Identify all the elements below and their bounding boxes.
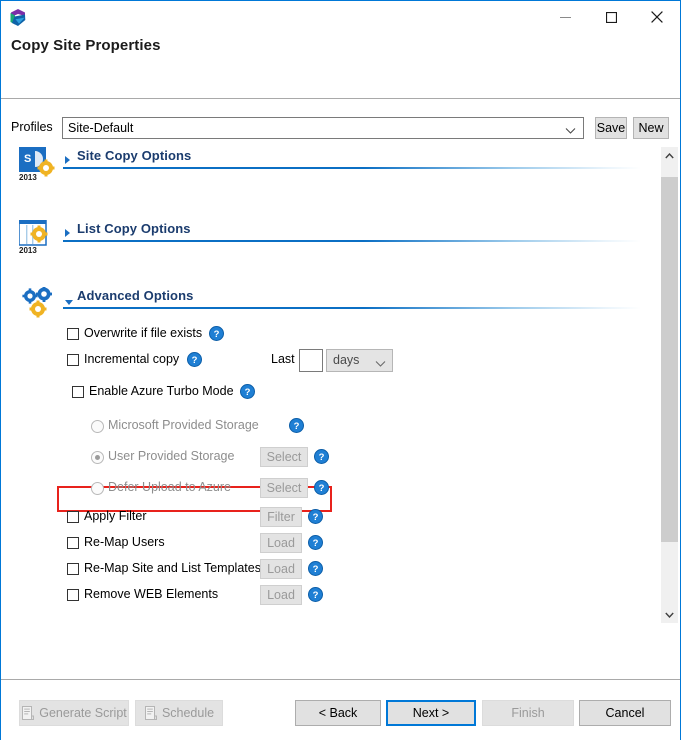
svg-text:?: ?	[319, 452, 325, 463]
incremental-copy-label: Incremental copy	[84, 352, 180, 366]
defer-upload-to-azure-radio[interactable]	[91, 482, 104, 495]
chevron-down-icon	[375, 357, 386, 371]
script-icon	[21, 706, 35, 720]
re-map-templates-checkbox[interactable]	[67, 563, 79, 575]
generate-script-button[interactable]: Generate Script	[19, 700, 129, 726]
save-profile-button[interactable]: Save	[595, 117, 627, 139]
footer-bar: Generate Script Schedule < Back Next > F…	[1, 680, 680, 740]
help-icon[interactable]: ?	[314, 449, 329, 464]
icon-year-label: 2013	[19, 173, 37, 182]
section-list-copy-title: List Copy Options	[77, 221, 191, 236]
dialog-title: Copy Site Properties	[11, 37, 161, 54]
profile-select-value: Site-Default	[68, 121, 134, 135]
script-icon	[144, 706, 157, 720]
incremental-copy-checkbox[interactable]	[67, 354, 79, 366]
defer-upload-to-azure-label: Defer Upload to Azure	[108, 480, 231, 494]
apply-filter-label: Apply Filter	[84, 509, 147, 523]
section-underline	[63, 307, 641, 309]
remove-web-elements-load-button[interactable]: Load	[260, 585, 302, 605]
overwrite-checkbox[interactable]	[67, 328, 79, 340]
section-underline	[63, 240, 641, 242]
dialog-window: Copy Site Properties Profiles Site-Defau…	[0, 0, 681, 740]
apply-filter-button[interactable]: Filter	[260, 507, 302, 527]
svg-text:?: ?	[214, 329, 220, 340]
help-icon[interactable]: ?	[314, 480, 329, 495]
help-icon[interactable]: ?	[308, 587, 323, 602]
svg-text:?: ?	[313, 564, 319, 575]
profiles-row: Profiles Site-Default Save New	[1, 117, 680, 139]
help-icon[interactable]: ?	[240, 384, 255, 399]
microsoft-provided-storage-radio[interactable]	[91, 420, 104, 433]
title-bar	[1, 1, 680, 35]
remove-web-elements-checkbox[interactable]	[67, 589, 79, 601]
schedule-label: Schedule	[161, 706, 215, 720]
gears-icon	[19, 286, 63, 323]
re-map-users-checkbox[interactable]	[67, 537, 79, 549]
svg-text:?: ?	[313, 590, 319, 601]
svg-text:?: ?	[245, 387, 251, 398]
sharepoint-site-gear-icon: S 2013	[19, 147, 63, 183]
incremental-unit-select[interactable]: days	[326, 349, 393, 372]
help-icon[interactable]: ?	[289, 418, 304, 433]
svg-text:?: ?	[313, 538, 319, 549]
re-map-templates-label: Re-Map Site and List Templates	[84, 561, 261, 575]
icon-year-label: 2013	[19, 246, 37, 255]
caret-right-icon[interactable]	[64, 154, 72, 168]
profile-select[interactable]: Site-Default	[62, 117, 584, 139]
scrollbar-thumb[interactable]	[661, 177, 678, 542]
back-button[interactable]: < Back	[295, 700, 381, 726]
generate-script-label: Generate Script	[39, 706, 127, 720]
defer-upload-select-button[interactable]: Select	[260, 478, 308, 498]
svg-text:?: ?	[319, 483, 325, 494]
section-underline	[63, 167, 641, 169]
close-button[interactable]	[634, 1, 680, 33]
incremental-days-input[interactable]	[299, 349, 323, 372]
user-provided-storage-radio[interactable]	[91, 451, 104, 464]
apply-filter-checkbox[interactable]	[67, 511, 79, 523]
azure-turbo-label: Enable Azure Turbo Mode	[89, 384, 234, 398]
azure-turbo-checkbox[interactable]	[72, 386, 84, 398]
vertical-scrollbar[interactable]	[660, 147, 678, 623]
user-provided-storage-select-button[interactable]: Select	[260, 447, 308, 467]
microsoft-provided-storage-label: Microsoft Provided Storage	[108, 418, 259, 432]
user-provided-storage-label: User Provided Storage	[108, 449, 235, 463]
maximize-button[interactable]	[588, 1, 634, 33]
sharepoint-list-gear-icon: 2013	[18, 219, 63, 256]
header-divider	[1, 98, 680, 99]
re-map-users-load-button[interactable]: Load	[260, 533, 302, 553]
incremental-unit-value: days	[333, 353, 360, 367]
new-profile-button[interactable]: New	[633, 117, 669, 139]
svg-text:S: S	[24, 153, 31, 165]
caret-right-icon[interactable]	[64, 227, 72, 241]
re-map-users-label: Re-Map Users	[84, 535, 165, 549]
chevron-down-icon	[565, 124, 576, 138]
svg-text:?: ?	[294, 421, 300, 432]
incremental-last-label: Last	[271, 352, 295, 366]
schedule-button[interactable]: Schedule	[135, 700, 223, 726]
help-icon[interactable]: ?	[308, 535, 323, 550]
help-icon[interactable]: ?	[209, 326, 224, 341]
minimize-button[interactable]	[542, 1, 588, 33]
svg-text:?: ?	[192, 355, 198, 366]
section-advanced-title: Advanced Options	[77, 288, 194, 303]
next-button[interactable]: Next >	[386, 700, 476, 726]
section-site-copy-title: Site Copy Options	[77, 148, 192, 163]
cancel-button[interactable]: Cancel	[579, 700, 671, 726]
help-icon[interactable]: ?	[308, 509, 323, 524]
help-icon[interactable]: ?	[308, 561, 323, 576]
profiles-label: Profiles	[11, 120, 53, 134]
options-scroll-area: S 2013 Site Copy Options 2013 List Copy …	[1, 145, 681, 625]
svg-text:?: ?	[313, 512, 319, 523]
scroll-up-button[interactable]	[661, 147, 678, 164]
finish-button[interactable]: Finish	[482, 700, 574, 726]
re-map-templates-load-button[interactable]: Load	[260, 559, 302, 579]
overwrite-label: Overwrite if file exists	[84, 326, 203, 340]
scroll-down-button[interactable]	[661, 606, 678, 623]
app-cube-logo-icon	[7, 7, 29, 29]
remove-web-elements-label: Remove WEB Elements	[84, 587, 219, 601]
window-controls	[542, 1, 680, 33]
help-icon[interactable]: ?	[187, 352, 202, 367]
